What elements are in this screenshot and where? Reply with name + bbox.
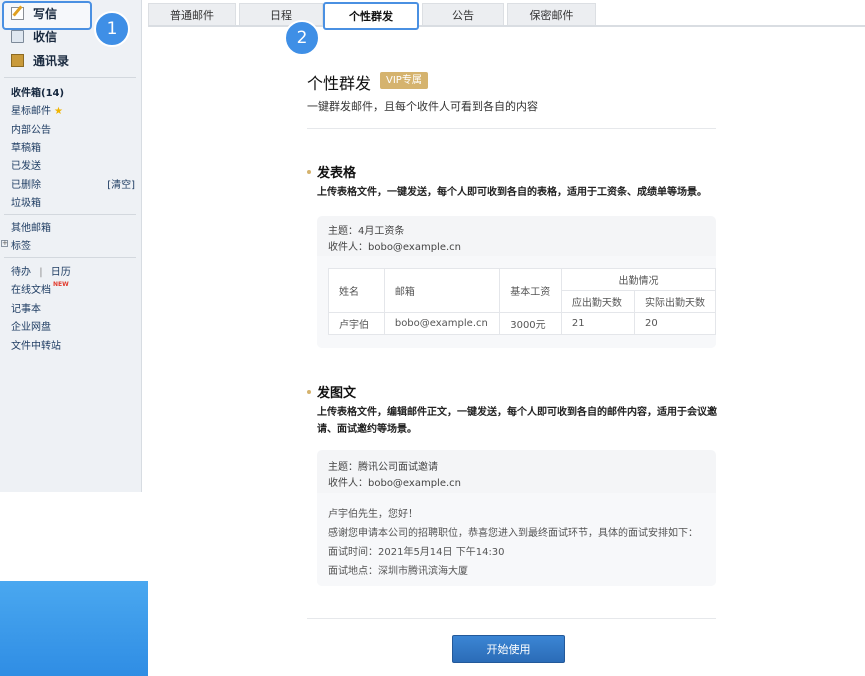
section-table-desc: 上传表格文件，一键发送，每个人即可收到各自的表格，适用于工资条、成绩单等场景。: [317, 187, 707, 198]
rich-mail-preview-card: 主题：腾讯公司面试邀请 收件人：bobo@example.cn 卢宇伯先生，您好…: [317, 450, 716, 586]
online-docs-label: 在线文档: [11, 285, 51, 296]
divider: [307, 128, 716, 129]
clear-trash-link[interactable]: [清空]: [107, 176, 135, 191]
table-row: 卢宇伯 bobo@example.cn 3000元 21 20: [328, 312, 716, 335]
table-cell: 卢宇伯: [328, 312, 385, 335]
inbox-label: 收信: [33, 29, 58, 44]
salary-table: 姓名 邮箱 基本工资 出勤情况 应出勤天数 实际出勤天数 卢宇伯 bobo@ex…: [328, 268, 716, 335]
table-header-cell: 出勤情况: [560, 268, 716, 291]
divider: [4, 77, 136, 78]
sidebar-item-starred[interactable]: 星标邮件 ★: [11, 102, 63, 117]
divider: [4, 257, 136, 258]
divider: [307, 618, 716, 619]
sidebar-item-drafts[interactable]: 草稿箱: [11, 139, 41, 154]
tab-confidential-mail[interactable]: 保密邮件: [507, 3, 596, 25]
table-header-cell: 邮箱: [383, 268, 501, 313]
section-rich-heading: 发图文: [307, 382, 356, 401]
vip-badge: VIP专属: [380, 72, 428, 89]
star-icon: ★: [54, 106, 63, 117]
start-using-button[interactable]: 开始使用: [452, 635, 565, 663]
table-cell: 21: [560, 312, 635, 335]
sidebar-item-todo-calendar: 待办 | 日历: [11, 263, 71, 278]
decorative-panel: [0, 581, 148, 676]
pencil-icon: [11, 6, 24, 20]
sidebar-item-sent[interactable]: 已发送: [11, 157, 41, 172]
divider: [4, 214, 136, 215]
table-cell: bobo@example.cn: [383, 312, 501, 335]
compose-label: 写信: [33, 6, 58, 21]
bullet-dot: [307, 389, 311, 394]
page-title: 个性群发: [307, 74, 372, 93]
table-header-cell: 实际出勤天数: [633, 290, 716, 313]
inbox-icon: [11, 29, 24, 43]
table-cell: 20: [633, 312, 716, 335]
preview-recipient: 收件人：bobo@example.cn: [328, 478, 461, 489]
callout-2: 2: [284, 20, 320, 56]
sidebar-item-spam[interactable]: 垃圾箱: [11, 194, 41, 209]
compose-button[interactable]: 写信: [11, 4, 57, 22]
sidebar-item-file-transfer[interactable]: 文件中转站: [11, 337, 61, 352]
starred-label: 星标邮件: [11, 106, 51, 117]
sidebar-item-other-mail[interactable]: 其他邮箱: [11, 219, 51, 234]
sidebar-item-deleted[interactable]: 已删除: [11, 176, 41, 191]
preview-subject: 主题：4月工资条: [328, 226, 405, 237]
expand-plus-icon[interactable]: +: [1, 240, 8, 247]
sidebar: 写信 收信 通讯录 收件箱(14) 星标邮件 ★ 内部公告 草稿箱 已发送 已删除…: [0, 0, 142, 492]
table-header-row: 姓名 邮箱 基本工资 出勤情况: [328, 268, 716, 313]
sidebar-item-inbox-count[interactable]: 收件箱(14): [11, 84, 64, 99]
section-table-title: 发表格: [317, 166, 357, 181]
tab-personalized-mass-mail[interactable]: 个性群发: [323, 2, 419, 30]
contacts-icon: [11, 53, 24, 67]
app-root: 写信 收信 通讯录 收件箱(14) 星标邮件 ★ 内部公告 草稿箱 已发送 已删除…: [0, 0, 865, 676]
letter-line: 卢宇伯先生，您好！: [328, 509, 418, 520]
section-rich-title: 发图文: [317, 386, 357, 401]
letter-line: 感谢您申请本公司的招聘职位，恭喜您进入到最终面试环节，具体的面试安排如下：: [328, 528, 698, 539]
sidebar-item-netdisk[interactable]: 企业网盘: [11, 318, 51, 333]
bullet-dot: [307, 169, 311, 174]
sidebar-item-online-docs[interactable]: 在线文档NEW: [11, 281, 69, 296]
letter-line: 面试地点：深圳市腾讯滨海大厦: [328, 566, 468, 577]
page-subtitle: 一键群发邮件，且每个收件人可看到各自的内容: [307, 100, 538, 113]
inbox-button[interactable]: 收信: [11, 27, 57, 45]
preview-recipient: 收件人：bobo@example.cn: [328, 242, 461, 253]
preview-subject: 主题：腾讯公司面试邀请: [328, 462, 438, 473]
table-header-cell: 姓名: [328, 268, 385, 313]
tab-normal-mail[interactable]: 普通邮件: [148, 3, 236, 25]
separator: |: [39, 267, 43, 278]
sidebar-item-notes[interactable]: 记事本: [11, 300, 41, 315]
new-badge: NEW: [53, 281, 69, 288]
sidebar-item-announcements[interactable]: 内部公告: [11, 121, 51, 136]
table-header-cell: 基本工资: [499, 268, 562, 313]
contacts-label: 通讯录: [33, 53, 70, 68]
table-header-cell: 应出勤天数: [560, 290, 635, 313]
letter-line: 面试时间：2021年5月14日 下午14:30: [328, 547, 505, 558]
todo-link[interactable]: 待办: [11, 267, 31, 278]
callout-1: 1: [94, 11, 130, 47]
section-rich-desc: 上传表格文件，编辑邮件正文，一键发送，每个人即可收到各自的邮件内容，适用于会议邀…: [317, 407, 717, 435]
tab-announcement[interactable]: 公告: [422, 3, 504, 25]
calendar-link[interactable]: 日历: [51, 267, 71, 278]
table-mail-preview-card: 主题：4月工资条 收件人：bobo@example.cn 姓名 邮箱 基本工资 …: [317, 216, 716, 348]
table-cell: 3000元: [499, 312, 562, 335]
sidebar-item-tags[interactable]: 标签: [11, 237, 31, 252]
section-table-heading: 发表格: [307, 162, 356, 181]
contacts-button[interactable]: 通讯录: [11, 51, 69, 69]
